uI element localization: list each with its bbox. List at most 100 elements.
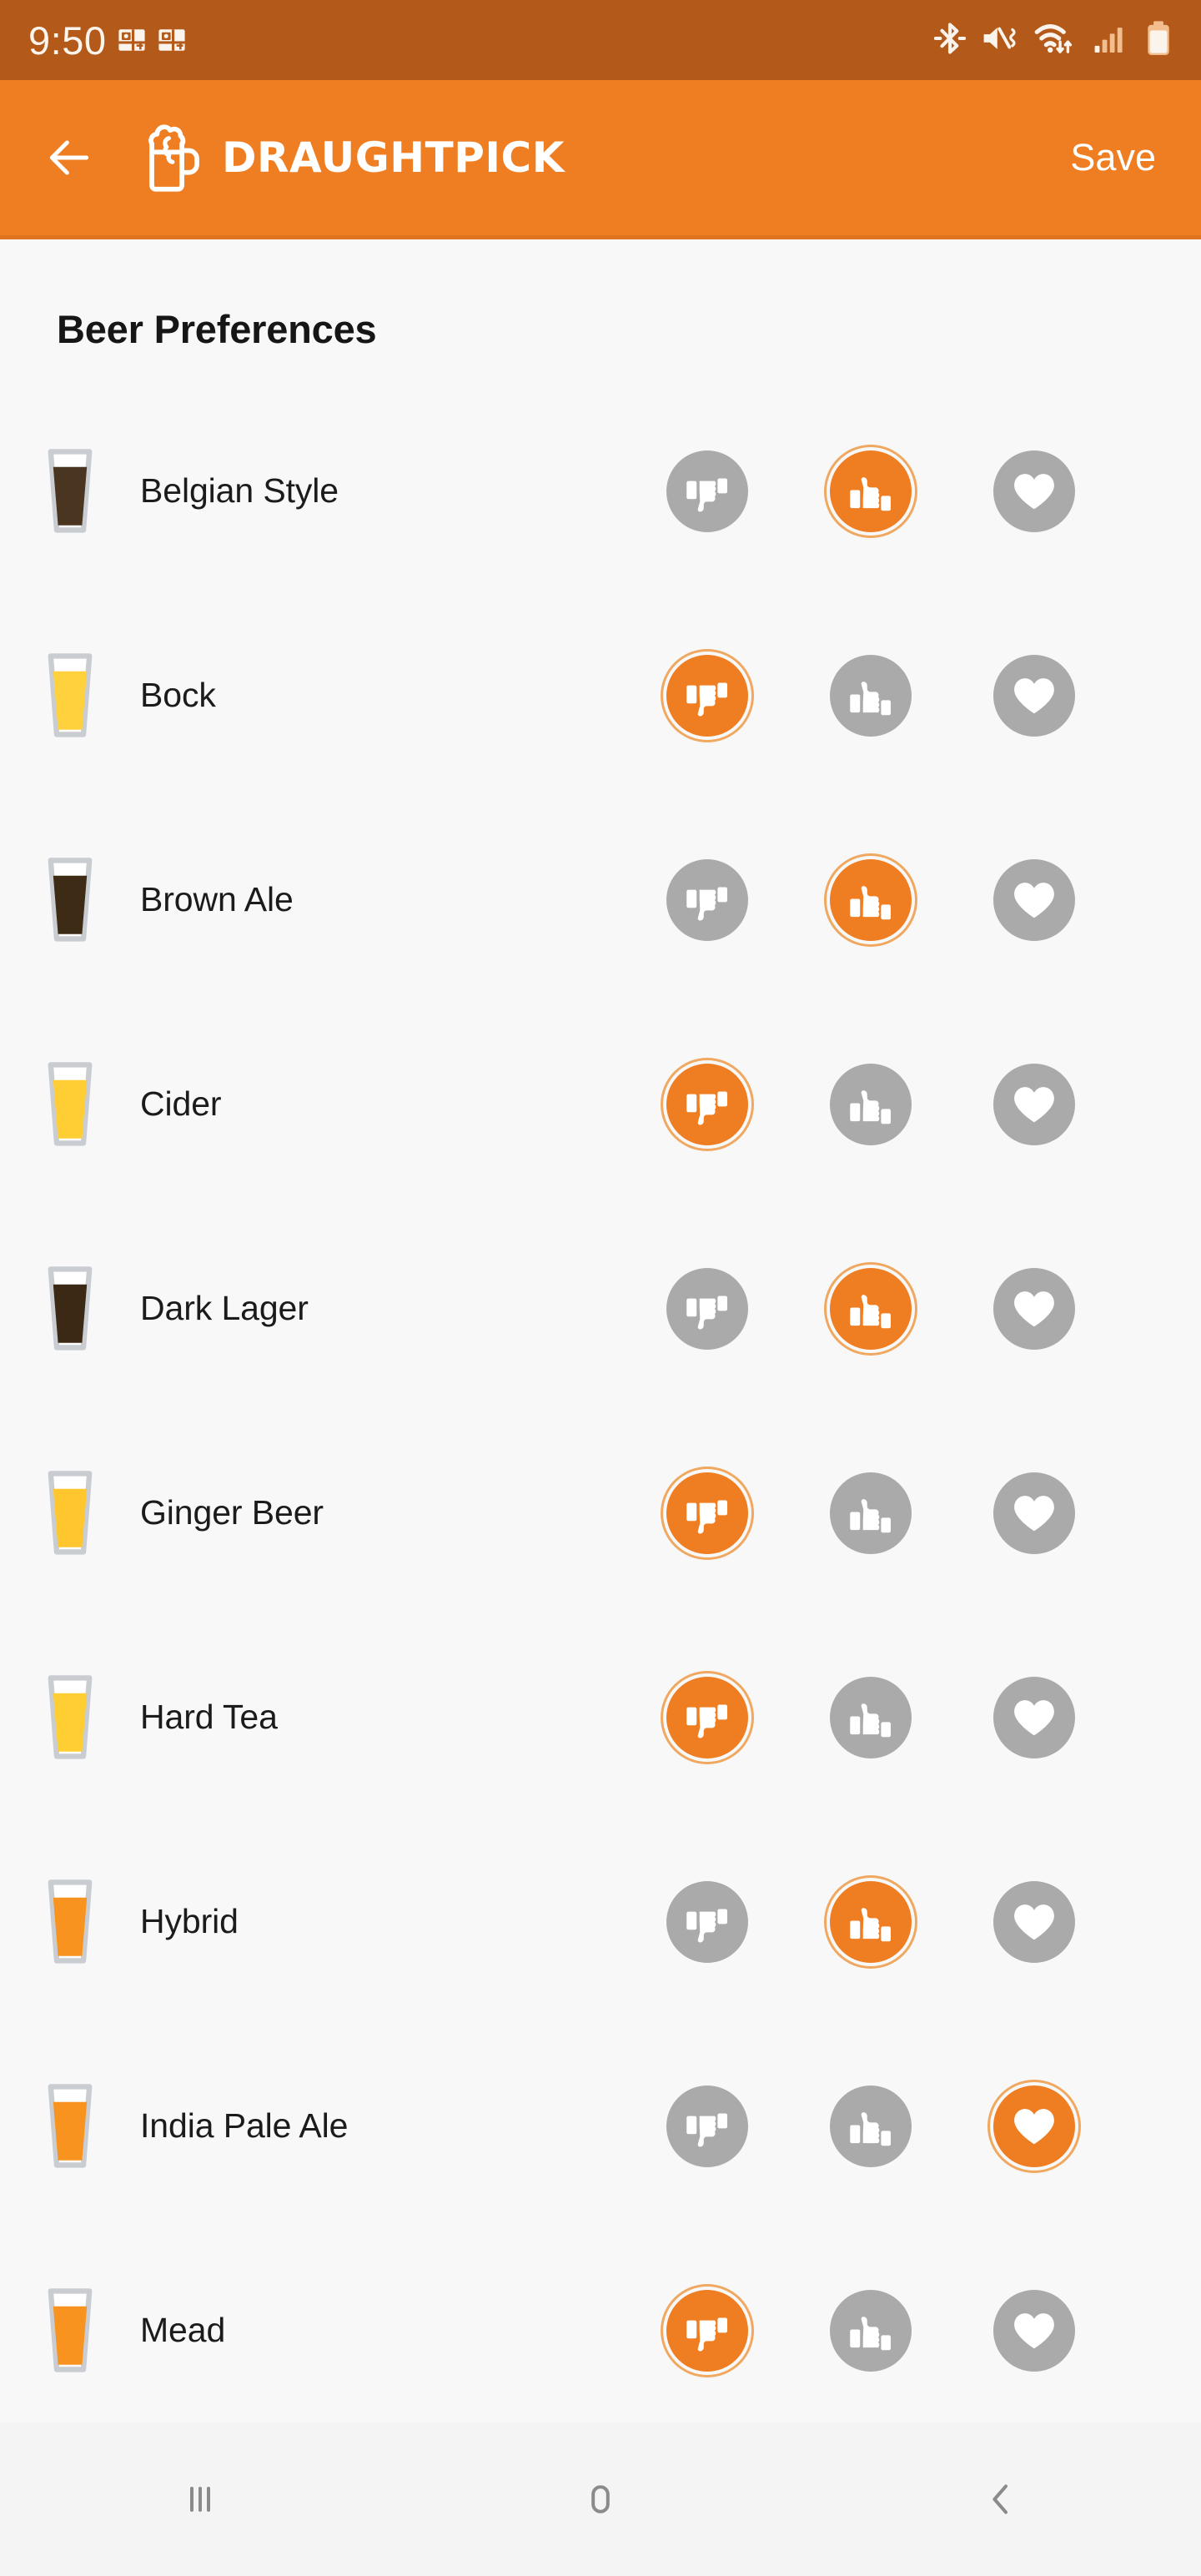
rating-dislike-button[interactable] <box>666 858 748 941</box>
rating-dislike-button[interactable] <box>666 2289 748 2372</box>
rating-button-group <box>666 858 1075 941</box>
thumbs-down-icon <box>683 1693 731 1742</box>
rating-dislike-button[interactable] <box>666 1063 748 1145</box>
status-bar-right <box>933 20 1173 61</box>
beer-glass-icon <box>0 1058 140 1151</box>
thumbs-down-icon <box>683 2307 731 2355</box>
beer-glass-icon <box>0 1875 140 1969</box>
android-nav-bar <box>0 2423 1201 2576</box>
main-content: Beer Preferences Belgian Style Bock Brow… <box>0 239 1201 2423</box>
rating-like-button[interactable] <box>830 2289 912 2372</box>
table-row: Hybrid <box>0 1819 1201 2024</box>
back-button-nav[interactable] <box>917 2423 1084 2576</box>
table-row: Ginger Beer <box>0 1411 1201 1615</box>
table-row: Cider <box>0 1002 1201 1206</box>
status-bar-clock: 9:50 <box>28 18 107 63</box>
heart-icon <box>1011 1286 1058 1331</box>
app-bar: DRAUGHTPICK Save <box>0 80 1201 235</box>
beer-glass-icon <box>0 1262 140 1356</box>
rating-like-button[interactable] <box>830 1267 912 1350</box>
beer-preference-list: Belgian Style Bock Brown Ale Cider Dark … <box>0 389 1201 2423</box>
beer-glass-icon <box>0 649 140 742</box>
beer-glass-icon <box>0 2080 140 2173</box>
rating-button-group <box>666 2085 1075 2167</box>
rating-like-button[interactable] <box>830 654 912 737</box>
rating-love-button[interactable] <box>993 1676 1075 1758</box>
table-row: Hard Tea <box>0 1615 1201 1819</box>
heart-icon <box>1011 2308 1058 2353</box>
beer-glass-icon <box>0 1671 140 1764</box>
heart-icon <box>1011 469 1058 514</box>
status-bar-left: 9:50 <box>28 21 186 60</box>
home-button[interactable] <box>517 2423 684 2576</box>
thumbs-up-icon <box>847 1080 895 1129</box>
rating-dislike-button[interactable] <box>666 2085 748 2167</box>
rating-love-button[interactable] <box>993 1063 1075 1145</box>
rating-love-button[interactable] <box>993 2085 1075 2167</box>
beer-mug-icon <box>142 118 204 198</box>
rating-like-button[interactable] <box>830 1472 912 1554</box>
arrow-left-icon <box>49 140 89 175</box>
rating-love-button[interactable] <box>993 450 1075 532</box>
rating-love-button[interactable] <box>993 1267 1075 1350</box>
rating-love-button[interactable] <box>993 1880 1075 1963</box>
rating-like-button[interactable] <box>830 1880 912 1963</box>
rating-dislike-button[interactable] <box>666 1880 748 1963</box>
rating-like-button[interactable] <box>830 450 912 532</box>
section-title: Beer Preferences <box>57 307 377 351</box>
thumbs-down-icon <box>683 1285 731 1333</box>
status-bar: 9:50 <box>0 0 1201 80</box>
rating-dislike-button[interactable] <box>666 1676 748 1758</box>
rating-like-button[interactable] <box>830 2085 912 2167</box>
table-row: Belgian Style <box>0 389 1201 593</box>
table-row: Brown Ale <box>0 797 1201 1002</box>
rating-love-button[interactable] <box>993 858 1075 941</box>
back-button[interactable] <box>33 122 105 194</box>
table-row: Mead <box>0 2228 1201 2423</box>
thumbs-down-icon <box>683 876 731 924</box>
rating-dislike-button[interactable] <box>666 654 748 737</box>
heart-icon <box>1011 1695 1058 1740</box>
table-row: Bock <box>0 593 1201 797</box>
page-title: DRAUGHTPICK <box>222 137 565 179</box>
back-icon <box>992 2484 1008 2514</box>
bluetooth-icon <box>933 21 967 60</box>
thumbs-down-icon <box>683 672 731 720</box>
rating-button-group <box>666 1880 1075 1963</box>
heart-icon <box>1011 2104 1058 2149</box>
rating-love-button[interactable] <box>993 1472 1075 1554</box>
table-row: India Pale Ale <box>0 2024 1201 2228</box>
thumbs-down-icon <box>683 1898 731 1946</box>
save-button[interactable]: Save <box>1058 126 1168 189</box>
recents-button[interactable] <box>117 2423 284 2576</box>
heart-icon <box>1011 878 1058 923</box>
rating-button-group <box>666 2289 1075 2372</box>
thumbs-down-icon <box>683 2102 731 2151</box>
wifi-data-transfer-icon <box>1034 20 1078 61</box>
heart-icon <box>1011 1082 1058 1127</box>
rating-like-button[interactable] <box>830 1063 912 1145</box>
thumbs-up-icon <box>847 2307 895 2355</box>
thumbs-up-icon <box>847 1693 895 1742</box>
cellular-signal-icon <box>1093 21 1129 60</box>
thumbs-up-icon <box>847 876 895 924</box>
thumbs-down-icon <box>683 1489 731 1537</box>
rating-dislike-button[interactable] <box>666 1472 748 1554</box>
rating-love-button[interactable] <box>993 2289 1075 2372</box>
rating-like-button[interactable] <box>830 1676 912 1758</box>
rating-dislike-button[interactable] <box>666 450 748 532</box>
thumbs-up-icon <box>847 1489 895 1537</box>
table-row: Dark Lager <box>0 1206 1201 1411</box>
thumbs-up-icon <box>847 1285 895 1333</box>
app-logo-title: DRAUGHTPICK <box>142 118 565 198</box>
brand-primary: DRAUGHT <box>222 133 455 182</box>
rating-love-button[interactable] <box>993 654 1075 737</box>
beer-glass-icon <box>0 2284 140 2377</box>
recents-icon <box>190 2487 210 2512</box>
rating-button-group <box>666 1472 1075 1554</box>
rating-dislike-button[interactable] <box>666 1267 748 1350</box>
rating-like-button[interactable] <box>830 858 912 941</box>
thumbs-down-icon <box>683 1080 731 1129</box>
rating-button-group <box>666 1676 1075 1758</box>
beer-glass-icon <box>0 853 140 947</box>
